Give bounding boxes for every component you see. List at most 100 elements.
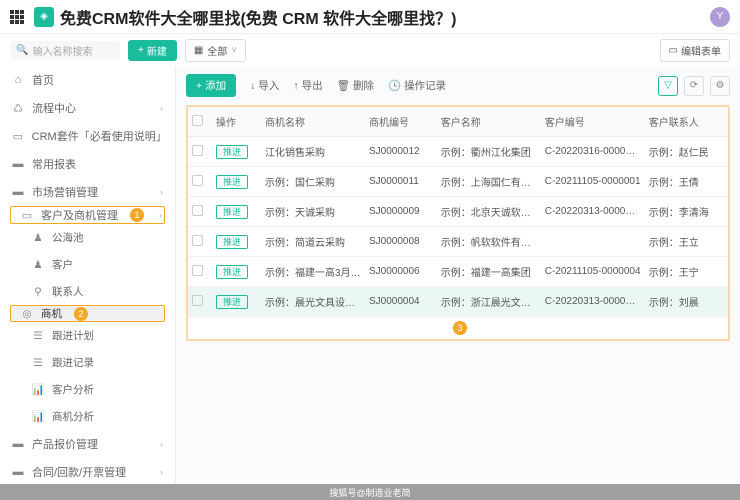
table-row[interactable]: 推进江化销售采购SJ0000012示例：衢州江化集团C-20220316-000… — [188, 137, 728, 167]
push-button[interactable]: 推进 — [216, 235, 248, 249]
export-icon: ↑ — [293, 80, 298, 92]
sidebar-item[interactable]: ☰跟进记录 — [0, 349, 175, 376]
cell-contact: 示例：李清海 — [645, 197, 728, 227]
cell-cnum: C-20220313-0000004 — [541, 287, 645, 317]
sidebar-item-label: 跟进记录 — [52, 355, 94, 370]
filter-select[interactable]: ▦ 全部 ˅ — [185, 39, 246, 62]
list-icon: ☰ — [32, 330, 44, 342]
settings-icon-button[interactable]: ⚙ — [710, 76, 730, 96]
sidebar-item[interactable]: 📊商机分析 — [0, 403, 175, 430]
folder-icon: ▬ — [12, 438, 24, 450]
cell-name: 示例：福建一高3月订单 — [261, 257, 365, 287]
sidebar-item[interactable]: 📊客户分析 — [0, 376, 175, 403]
column-header[interactable]: 客户编号 — [541, 107, 645, 137]
chevron-right-icon: › — [159, 210, 162, 220]
export-button[interactable]: ↑导出 — [293, 78, 322, 93]
sidebar-item[interactable]: ▭CRM套件「必看使用说明」 — [0, 122, 175, 150]
chart-icon: 📊 — [32, 384, 44, 396]
cell-cnum — [541, 227, 645, 257]
table-row[interactable]: 推进示例：国仁采购SJ0000011示例：上海国仁有限...C-20211105… — [188, 167, 728, 197]
topbar: ◈ 免费CRM软件大全哪里找(免费 CRM 软件大全哪里找？) Y — [0, 0, 740, 34]
home-icon: ⌂ — [12, 74, 24, 86]
edit-form-button[interactable]: ▭ 编辑表单 — [660, 39, 730, 62]
add-button[interactable]: +添加 — [186, 74, 236, 97]
sidebar-item[interactable]: ▬市场营销管理› — [0, 178, 175, 206]
delete-button[interactable]: 🗑删除 — [337, 78, 374, 93]
filter-grid-icon: ▦ — [194, 45, 203, 56]
checkbox[interactable] — [192, 295, 203, 306]
push-button[interactable]: 推进 — [216, 265, 248, 279]
column-header[interactable]: 客户联系人 — [645, 107, 728, 137]
table-row[interactable]: 推进示例：福建一高3月订单SJ0000006示例：福建一高集团C-2021110… — [188, 257, 728, 287]
sidebar-item[interactable]: ▬合同/回款/开票管理› — [0, 458, 175, 484]
cell-name: 江化销售采购 — [261, 137, 365, 167]
push-button[interactable]: 推进 — [216, 175, 248, 189]
cell-code: SJ0000009 — [365, 197, 437, 227]
log-label: 操作记录 — [404, 78, 446, 93]
cell-cnum: C-20220316-0000001 — [541, 137, 645, 167]
checkbox[interactable] — [192, 145, 203, 156]
user-icon: ♟ — [32, 232, 44, 244]
refresh-icon-button[interactable]: ⟳ — [684, 76, 704, 96]
cell-contact: 示例：赵仁民 — [645, 137, 728, 167]
checkbox[interactable] — [192, 175, 203, 186]
column-header[interactable]: 商机名称 — [261, 107, 365, 137]
cell-code: SJ0000008 — [365, 227, 437, 257]
sidebar-item-label: 常用报表 — [32, 156, 76, 172]
push-button[interactable]: 推进 — [216, 205, 248, 219]
clock-icon: 🕓 — [388, 79, 401, 92]
sidebar-item[interactable]: ◎商机2 — [10, 305, 165, 322]
new-button[interactable]: + 新建 — [128, 40, 177, 61]
sidebar-item[interactable]: ♺流程中心› — [0, 94, 175, 122]
cell-customer: 示例：浙江晨光文具... — [437, 287, 541, 317]
import-button[interactable]: ↓导入 — [250, 78, 279, 93]
search-placeholder: 输入名称搜索 — [32, 43, 92, 58]
search-input[interactable]: 🔍 输入名称搜索 — [10, 41, 120, 60]
push-button[interactable]: 推进 — [216, 145, 248, 159]
sidebar-item[interactable]: ♟公海池 — [0, 224, 175, 251]
column-header[interactable]: 商机编号 — [365, 107, 437, 137]
sidebar-item-label: 客户 — [52, 257, 73, 272]
chevron-right-icon: › — [160, 187, 163, 197]
folder-open-icon: ▭ — [21, 209, 33, 221]
filter-icon-button[interactable]: ▽ — [658, 76, 678, 96]
column-header[interactable]: 客户名称 — [437, 107, 541, 137]
sidebar-item[interactable]: ⌂首页 — [0, 66, 175, 94]
avatar[interactable]: Y — [710, 7, 730, 27]
cell-cnum: C-20211105-0000001 — [541, 167, 645, 197]
checkbox[interactable] — [192, 235, 203, 246]
app-grid-icon[interactable] — [10, 10, 24, 24]
cell-customer: 示例：福建一高集团 — [437, 257, 541, 287]
push-button[interactable]: 推进 — [216, 295, 248, 309]
cell-contact: 示例：刘晨 — [645, 287, 728, 317]
sidebar-item-label: 产品报价管理 — [32, 436, 98, 452]
table-container: 操作商机名称商机编号客户名称客户编号客户联系人 推进江化销售采购SJ000001… — [186, 105, 730, 341]
checkbox-all[interactable] — [192, 115, 203, 126]
column-header[interactable]: 操作 — [212, 107, 261, 137]
sidebar-item-label: 流程中心 — [32, 100, 76, 116]
table-row[interactable]: 推进示例：简道云采购SJ0000008示例：帆软软件有限公司示例：王立 — [188, 227, 728, 257]
sidebar-item[interactable]: ⚲联系人 — [0, 278, 175, 305]
cell-contact: 示例：王宁 — [645, 257, 728, 287]
cell-cnum: C-20211105-0000004 — [541, 257, 645, 287]
sidebar-item[interactable]: ▬产品报价管理› — [0, 430, 175, 458]
badge-3: 3 — [453, 321, 467, 335]
sidebar-item[interactable]: ♟客户 — [0, 251, 175, 278]
checkbox[interactable] — [192, 205, 203, 216]
checkbox[interactable] — [192, 265, 203, 276]
table-row[interactable]: 推进示例：天诚采购SJ0000009示例：北京天诚软件...C-20220313… — [188, 197, 728, 227]
cell-customer: 示例：上海国仁有限... — [437, 167, 541, 197]
toolbar: 🔍 输入名称搜索 + 新建 ▦ 全部 ˅ ▭ 编辑表单 — [0, 34, 740, 66]
sidebar-item-label: 客户及商机管理 — [41, 207, 118, 223]
sidebar-item[interactable]: ▭ 客户及商机管理 1 › — [10, 206, 165, 224]
sidebar-item[interactable]: ▬常用报表 — [0, 150, 175, 178]
log-button[interactable]: 🕓操作记录 — [388, 78, 446, 93]
edit-form-label: 编辑表单 — [681, 43, 721, 58]
cell-name: 示例：晨光文具设备... — [261, 287, 365, 317]
cell-customer: 示例：帆软软件有限公司 — [437, 227, 541, 257]
table-row[interactable]: 推进示例：晨光文具设备...SJ0000004示例：浙江晨光文具...C-202… — [188, 287, 728, 317]
sidebar-item[interactable]: ☰ 跟进计划 — [0, 322, 175, 349]
annotation-badge: 1 — [130, 208, 144, 222]
sidebar-item-label: 跟进计划 — [52, 328, 94, 343]
data-table: 操作商机名称商机编号客户名称客户编号客户联系人 推进江化销售采购SJ000001… — [188, 107, 728, 317]
